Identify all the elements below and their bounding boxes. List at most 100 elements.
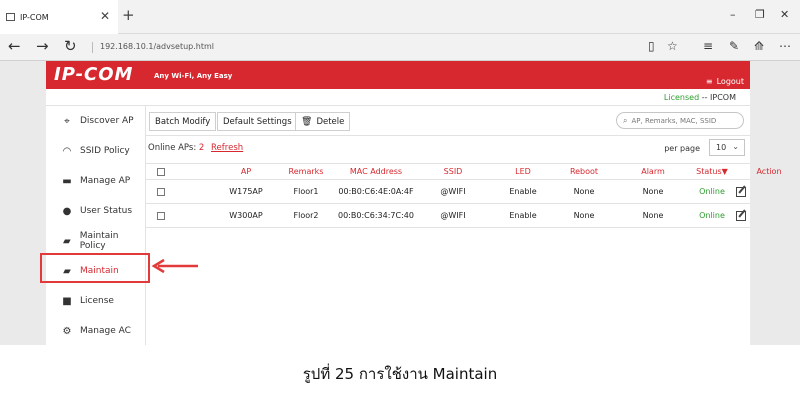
app-window: IP-COM Any Wi-Fi, Any Easy ≡ Logout Licen… bbox=[46, 61, 782, 345]
edit-button[interactable] bbox=[726, 180, 756, 203]
url-divider bbox=[92, 42, 93, 53]
wifi-icon: ◠ bbox=[62, 145, 72, 157]
back-icon[interactable]: ← bbox=[8, 39, 21, 54]
sidebar-item-maintain-policy[interactable]: ▰ Maintain Policy bbox=[46, 226, 146, 256]
refresh-link[interactable]: Refresh bbox=[211, 143, 243, 153]
sidebar-item-manage-ac[interactable]: ⚙ Manage AC bbox=[46, 316, 146, 346]
minimize-button[interactable]: – bbox=[730, 9, 736, 20]
main-content: Batch Modify Default Settings 🗑 Detele ⌕… bbox=[146, 106, 782, 345]
cell-mac: 00:B0:C6:4E:0A:4F bbox=[338, 187, 414, 196]
app-header: IP-COM Any Wi-Fi, Any Easy ≡ Logout bbox=[46, 61, 750, 89]
cell-alarm: None bbox=[642, 187, 664, 196]
refresh-icon[interactable]: ↻ bbox=[64, 39, 77, 54]
cell-reboot: None bbox=[573, 211, 595, 220]
logout-link[interactable]: ≡ Logout bbox=[706, 77, 744, 86]
col-ssid[interactable]: SSID bbox=[428, 164, 478, 179]
users-icon: ● bbox=[62, 205, 72, 217]
ipcom-logo: IP-COM bbox=[54, 64, 134, 85]
figure-caption: รูปที่ 25 การใช้งาน Maintain bbox=[302, 365, 498, 383]
menu-icon: ≡ bbox=[705, 77, 713, 86]
sidebar-item-label: Discover AP bbox=[80, 116, 134, 126]
col-alarm[interactable]: Alarm bbox=[628, 164, 678, 179]
sidebar-item-label: License bbox=[80, 296, 114, 306]
lock-icon: ■ bbox=[62, 295, 72, 307]
page-icon bbox=[6, 13, 15, 21]
arrow-icon bbox=[151, 258, 198, 274]
edit-icon bbox=[736, 210, 746, 221]
chevron-down-icon: ⌄ bbox=[732, 142, 739, 151]
col-ap[interactable]: AP bbox=[221, 164, 271, 179]
favorite-star-icon[interactable]: ☆ bbox=[667, 40, 678, 53]
sidebar-item-manage-ap[interactable]: ▬ Manage AP bbox=[46, 166, 146, 196]
search-input[interactable]: ⌕ AP, Remarks, MAC, SSID bbox=[616, 112, 744, 129]
cell-ap: W300AP bbox=[229, 211, 263, 220]
trash-icon: 🗑 bbox=[301, 116, 313, 127]
folder-open-icon: ▰ bbox=[63, 235, 71, 247]
col-reboot[interactable]: Reboot bbox=[559, 164, 609, 179]
sidebar-item-ssid-policy[interactable]: ◠ SSID Policy bbox=[46, 136, 146, 166]
table-row: W175AP Floor1 00:B0:C6:4E:0A:4F @WIFI En… bbox=[146, 180, 750, 204]
address-bar: ← → ↻ 192.168.10.1/advsetup.html ▯ ☆ ≡ ✎… bbox=[0, 34, 800, 61]
browser-tab[interactable]: IP-COM ✕ bbox=[0, 0, 118, 34]
logout-label: Logout bbox=[716, 77, 744, 86]
sidebar-item-user-status[interactable]: ● User Status bbox=[46, 196, 146, 226]
cell-reboot: None bbox=[573, 187, 595, 196]
tab-title: IP-COM bbox=[20, 12, 49, 22]
license-status: Licensed -- IPCOM bbox=[664, 93, 736, 102]
cell-ap: W175AP bbox=[229, 187, 263, 196]
close-window-button[interactable]: ✕ bbox=[780, 9, 789, 20]
cell-ssid: @WIFI bbox=[440, 211, 466, 220]
col-led[interactable]: LED bbox=[498, 164, 548, 179]
table-header: AP Remarks MAC Address SSID LED Reboot A… bbox=[146, 163, 782, 180]
more-icon[interactable]: ⋯ bbox=[779, 40, 791, 53]
reading-view-icon[interactable]: ▯ bbox=[648, 40, 655, 53]
cell-alarm: None bbox=[642, 211, 664, 220]
web-note-icon[interactable]: ✎ bbox=[729, 40, 739, 53]
close-tab-icon[interactable]: ✕ bbox=[100, 10, 110, 22]
col-action: Action bbox=[756, 167, 782, 176]
license-owner: -- IPCOM bbox=[701, 93, 736, 102]
col-mac[interactable]: MAC Address bbox=[336, 164, 416, 179]
sidebar-item-label: Manage AC bbox=[80, 326, 131, 336]
maximize-button[interactable]: ❐ bbox=[755, 9, 765, 20]
per-page-select[interactable]: 10 ⌄ bbox=[709, 139, 745, 156]
delete-label: Detele bbox=[316, 116, 345, 127]
sidebar-item-label: Maintain Policy bbox=[79, 231, 119, 251]
default-settings-button[interactable]: Default Settings bbox=[217, 112, 298, 131]
row-checkbox[interactable] bbox=[151, 204, 171, 227]
forward-icon[interactable]: → bbox=[36, 39, 49, 54]
highlight-box bbox=[40, 253, 150, 283]
sidebar-item-license[interactable]: ■ License bbox=[46, 286, 146, 316]
toolbar: Batch Modify Default Settings 🗑 Detele ⌕… bbox=[146, 106, 750, 136]
sidebar: ⌖ Discover AP ◠ SSID Policy ▬ Manage AP … bbox=[46, 106, 146, 345]
cell-remarks: Floor2 bbox=[293, 211, 319, 220]
select-all-checkbox[interactable] bbox=[151, 164, 171, 179]
url-field[interactable]: 192.168.10.1/advsetup.html bbox=[100, 42, 214, 51]
search-icon: ⌕ bbox=[623, 115, 628, 125]
delete-button[interactable]: 🗑 Detele bbox=[295, 112, 351, 131]
batch-modify-button[interactable]: Batch Modify bbox=[149, 112, 217, 131]
col-status[interactable]: Status▼ bbox=[687, 164, 737, 179]
per-page-label: per page bbox=[664, 144, 700, 153]
checkbox-box bbox=[157, 167, 165, 176]
new-tab-button[interactable]: + bbox=[122, 8, 135, 23]
cell-led: Enable bbox=[509, 187, 537, 196]
per-page-value: 10 bbox=[716, 143, 727, 152]
col-remarks[interactable]: Remarks bbox=[281, 164, 331, 179]
sidebar-item-discover-ap[interactable]: ⌖ Discover AP bbox=[46, 106, 146, 136]
cell-remarks: Floor1 bbox=[293, 187, 319, 196]
checkbox-box bbox=[157, 187, 165, 196]
router-icon: ▬ bbox=[62, 175, 72, 187]
tagline: Any Wi-Fi, Any Easy bbox=[154, 72, 233, 80]
checkbox-box bbox=[157, 211, 165, 220]
cell-mac: 00:B0:C6:34:7C:40 bbox=[338, 211, 414, 220]
edit-button[interactable] bbox=[726, 204, 756, 227]
edit-icon bbox=[736, 186, 746, 197]
hub-icon[interactable]: ≡ bbox=[703, 40, 713, 53]
sidebar-item-label: SSID Policy bbox=[80, 146, 130, 156]
sidebar-item-label: Manage AP bbox=[80, 176, 131, 186]
cell-led: Enable bbox=[509, 211, 537, 220]
table-row: W300AP Floor2 00:B0:C6:34:7C:40 @WIFI En… bbox=[146, 204, 750, 228]
share-icon[interactable]: ⟰ bbox=[754, 40, 764, 53]
row-checkbox[interactable] bbox=[151, 180, 171, 203]
